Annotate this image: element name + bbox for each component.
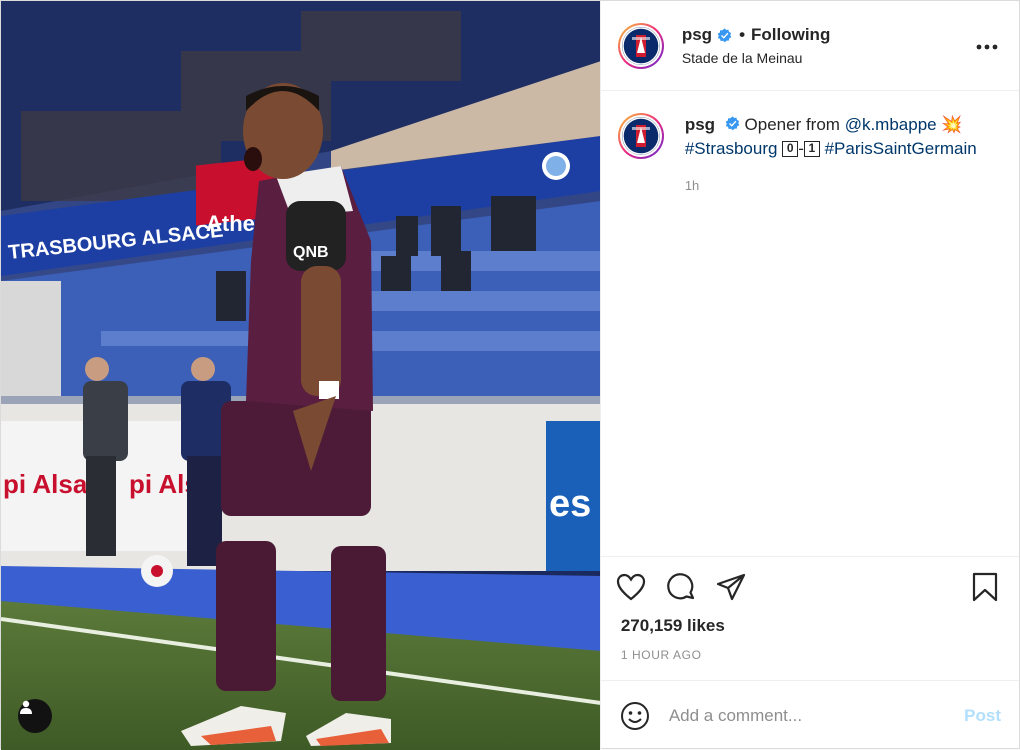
hashtag-psg[interactable]: #ParisSaintGermain [825, 139, 977, 158]
location-link[interactable]: Stade de la Meinau [682, 50, 831, 66]
psg-logo-icon [621, 26, 660, 65]
shirt-sponsor: QNB [293, 244, 329, 261]
collision-emoji: 💥 [941, 115, 963, 134]
posted-time[interactable]: 1 HOUR AGO [601, 636, 1019, 674]
more-options-icon [976, 44, 998, 50]
avatar[interactable] [617, 22, 664, 69]
caption-text: psg Opener from @k.mbappe 💥 #Strasbourg … [685, 113, 977, 534]
post-sidebar: psg • Following Stade de la Meinau psg O… [599, 1, 1019, 750]
comment-button[interactable] [665, 571, 697, 603]
mention-link[interactable]: @k.mbappe [845, 115, 937, 134]
score-home: 0 [782, 141, 799, 157]
post-photo[interactable]: TRASBOURG ALSACE Athen pi Alsace pi Als … [1, 1, 600, 750]
separator-dot: • [739, 25, 746, 44]
ad-board-right: es [549, 483, 591, 525]
bookmark-icon [972, 572, 998, 602]
following-button[interactable]: Following [751, 25, 830, 45]
psg-logo-icon [621, 117, 660, 155]
action-bar [600, 556, 1019, 616]
header-username[interactable]: psg [682, 25, 712, 45]
heart-icon [616, 573, 645, 600]
user-tag-icon [20, 700, 32, 714]
comment-form: Post [600, 680, 1019, 750]
comment-icon [666, 572, 694, 599]
score-away: 1 [803, 141, 820, 157]
share-button[interactable] [715, 571, 747, 603]
verified-icon [725, 116, 740, 131]
post-dialog: TRASBOURG ALSACE Athen pi Alsace pi Als … [0, 0, 1020, 750]
save-button[interactable] [969, 571, 1001, 603]
more-options-button[interactable] [975, 35, 999, 59]
caption-section: psg Opener from @k.mbappe 💥 #Strasbourg … [601, 91, 1019, 556]
caption-avatar[interactable] [617, 113, 664, 159]
post-header: psg • Following Stade de la Meinau [600, 1, 1019, 91]
verified-icon [717, 27, 732, 42]
caption-time: 1h [684, 178, 700, 193]
emoji-button[interactable] [619, 700, 651, 732]
like-button[interactable] [615, 571, 647, 603]
likes-count[interactable]: 270,159 likes [601, 616, 1019, 636]
comment-input[interactable] [668, 705, 965, 726]
post-comment-button[interactable]: Post [964, 706, 1001, 726]
stadium-scene: TRASBOURG ALSACE Athen pi Alsace pi Als … [1, 1, 600, 750]
emoji-icon [620, 701, 649, 730]
hashtag-strasbourg[interactable]: #Strasbourg [685, 139, 778, 158]
tagged-users-button[interactable] [18, 699, 52, 733]
caption-username[interactable]: psg [685, 115, 715, 134]
share-icon [716, 573, 745, 600]
caption-text-start: Opener from [744, 115, 840, 134]
